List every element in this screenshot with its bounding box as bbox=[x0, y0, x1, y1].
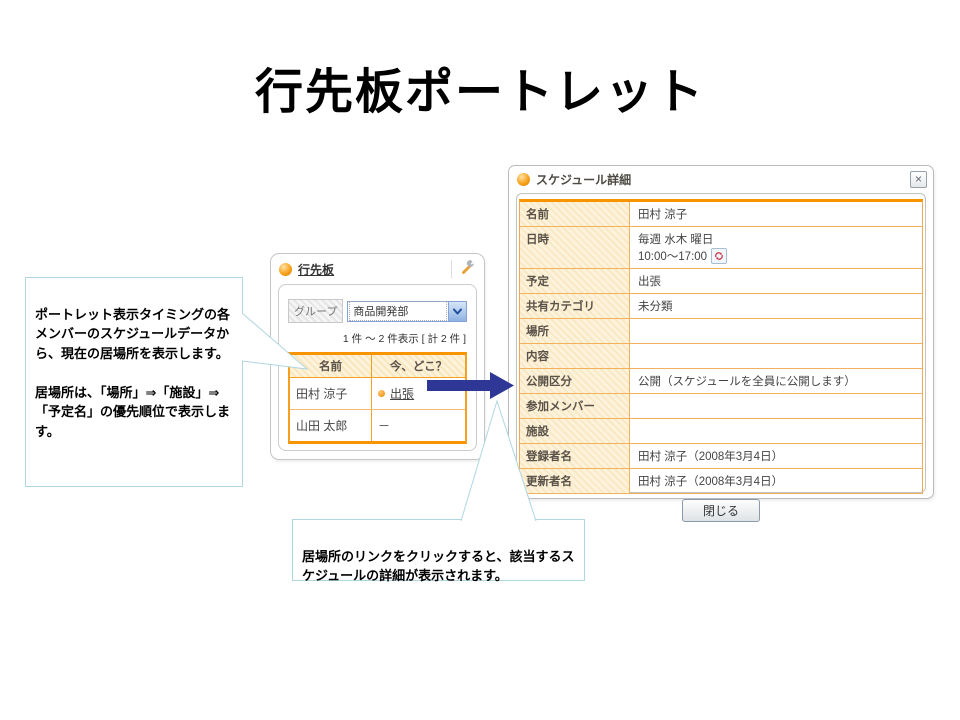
callout-bottom-text: 居場所のリンクをクリックすると、該当するスケジュールの詳細が表示されます。 bbox=[302, 549, 574, 584]
schedule-detail-dialog: スケジュール詳細 × 名前 田村 涼子 日時 毎週 水木 曜日 10:00～17… bbox=[508, 165, 934, 499]
dialog-title: スケジュール詳細 bbox=[536, 171, 631, 188]
destination-board-portlet: 行先板 グループ 商品開発部 bbox=[270, 253, 485, 460]
repeat-icon[interactable] bbox=[711, 248, 727, 264]
dialog-header: スケジュール詳細 bbox=[509, 166, 933, 193]
detail-row-content: 内容 bbox=[520, 344, 922, 369]
recurrence-time: 10:00～17:00 bbox=[638, 248, 707, 264]
detail-row-updater: 更新者名 田村 涼子（2008年3月4日） bbox=[520, 469, 922, 494]
detail-row-facility: 施設 bbox=[520, 419, 922, 444]
col-header-location: 今、どこ？ bbox=[372, 355, 465, 377]
col-header-name: 名前 bbox=[290, 355, 372, 377]
group-filter-row: グループ 商品開発部 bbox=[288, 299, 467, 323]
orange-ball-icon bbox=[517, 173, 530, 186]
destination-table-header: 名前 今、どこ？ bbox=[290, 355, 465, 378]
member-name: 山田 太郎 bbox=[290, 410, 372, 441]
destination-table: 名前 今、どこ？ 田村 涼子 出張 山田 太郎 － bbox=[288, 352, 467, 444]
member-location: － bbox=[372, 410, 465, 441]
close-button[interactable]: 閉じる bbox=[682, 499, 760, 522]
detail-row-members: 参加メンバー bbox=[520, 394, 922, 419]
portlet-settings-button[interactable] bbox=[451, 260, 476, 278]
presence-dot-icon bbox=[378, 390, 385, 397]
callout-bottom: 居場所のリンクをクリックすると、該当するスケジュールの詳細が表示されます。 bbox=[292, 519, 585, 581]
detail-row-place: 場所 bbox=[520, 319, 922, 344]
dialog-close-button[interactable]: × bbox=[910, 171, 927, 188]
table-row: 山田 太郎 － bbox=[290, 410, 465, 441]
portlet-header: 行先板 bbox=[271, 254, 484, 284]
group-label: グループ bbox=[288, 299, 343, 323]
group-select-button[interactable] bbox=[448, 302, 466, 321]
detail-row-name: 名前 田村 涼子 bbox=[520, 202, 922, 227]
chevron-down-icon bbox=[453, 302, 462, 320]
detail-row-plan: 予定 出張 bbox=[520, 269, 922, 294]
group-select[interactable]: 商品開発部 bbox=[347, 301, 467, 322]
callout-left: ポートレット表示タイミングの各メンバーのスケジュールデータから、現在の居場所を表… bbox=[25, 277, 243, 487]
wrench-icon bbox=[460, 259, 476, 280]
recurrence-days: 毎週 水木 曜日 bbox=[638, 231, 914, 247]
schedule-detail-table: 名前 田村 涼子 日時 毎週 水木 曜日 10:00～17:00 bbox=[519, 199, 923, 494]
portlet-title-link[interactable]: 行先板 bbox=[298, 261, 334, 278]
callout-left-text: ポートレット表示タイミングの各メンバーのスケジュールデータから、現在の居場所を表… bbox=[35, 307, 230, 439]
detail-row-visibility: 公開区分 公開（スケジュールを全員に公開します） bbox=[520, 369, 922, 394]
portlet-body: グループ 商品開発部 1 件 ～ 2 件表示 [ 計 2 件 ] 名前 今、どこ… bbox=[278, 284, 477, 451]
location-link[interactable]: 出張 bbox=[390, 385, 414, 402]
detail-row-category: 共有カテゴリ 未分類 bbox=[520, 294, 922, 319]
detail-row-datetime: 日時 毎週 水木 曜日 10:00～17:00 bbox=[520, 227, 922, 269]
group-select-value: 商品開発部 bbox=[349, 301, 447, 321]
dialog-footer: 閉じる bbox=[519, 494, 923, 526]
detail-row-registrant: 登録者名 田村 涼子（2008年3月4日） bbox=[520, 444, 922, 469]
table-row: 田村 涼子 出張 bbox=[290, 378, 465, 410]
member-name: 田村 涼子 bbox=[290, 378, 372, 409]
page-title: 行先板ポートレット bbox=[0, 52, 960, 122]
record-count: 1 件 ～ 2 件表示 [ 計 2 件 ] bbox=[288, 331, 466, 346]
orange-ball-icon bbox=[279, 263, 292, 276]
slide: { "slide": { "title": "行先板ポートレット" }, "ca… bbox=[0, 0, 960, 720]
dialog-body: 名前 田村 涼子 日時 毎週 水木 曜日 10:00～17:00 bbox=[516, 193, 926, 493]
